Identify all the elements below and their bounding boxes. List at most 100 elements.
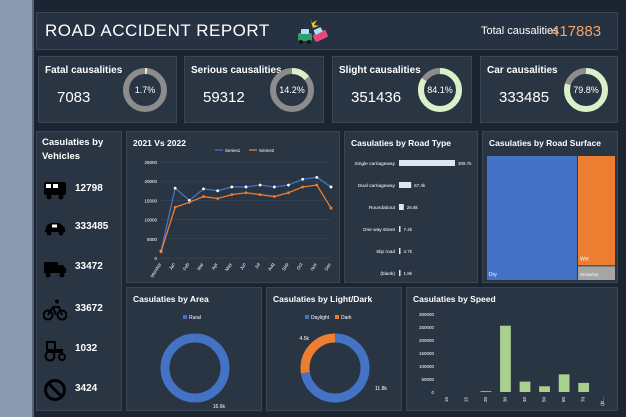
series-point <box>329 185 333 189</box>
area-chart: 16.6k Rural <box>160 315 230 410</box>
vehicle-row: 3424 <box>37 374 123 410</box>
total-causalities-value: 417883 <box>551 23 602 40</box>
legend-marker <box>335 315 339 319</box>
x-tick-label: 70 <box>581 397 586 403</box>
series-line <box>160 176 332 252</box>
x-tick-label: Apr <box>211 262 219 271</box>
kpi-pct: 14.2% <box>279 85 305 95</box>
kpi-car: Car causalities 333485 79.8% <box>480 56 618 123</box>
y-tick-label: 100000 <box>419 364 435 369</box>
tractor-icon <box>44 341 66 362</box>
light-dark-chart: 11.8k 4.5k Daylight Dark <box>300 315 387 403</box>
kpi-label: Fatal causalities <box>45 65 123 76</box>
x-tick-label: Jun <box>239 262 247 271</box>
x-tick-label: Feb <box>182 262 190 272</box>
surface-label: Dry <box>489 272 497 278</box>
legend-marker <box>305 315 309 319</box>
road-surface-chart: Dry Wet Snow/Ice <box>487 156 615 280</box>
series-point <box>244 191 248 195</box>
legend-marker <box>183 315 187 319</box>
sidebar <box>0 0 34 417</box>
x-tick-label: (bl... <box>600 397 605 406</box>
donut-label: 4.5k <box>300 336 310 342</box>
vehicle-row: 1032 <box>37 334 123 370</box>
kpi-label: Car causalities <box>487 65 558 76</box>
road-type-label: Roundabout <box>369 205 396 211</box>
kpi-slight: Slight causalities 351436 84.1% <box>332 56 472 123</box>
series-point <box>301 185 305 189</box>
y-tick-label: 15000 <box>144 198 157 203</box>
speed-bar <box>519 381 531 392</box>
series-point <box>258 183 262 187</box>
series-point <box>159 250 163 254</box>
surface-label: Snow/Ice <box>580 272 599 277</box>
legend-label: Rural <box>189 315 201 321</box>
series-point <box>258 193 262 197</box>
x-tick-label: Mar <box>196 262 204 272</box>
x-tick-label: 10 <box>444 397 449 403</box>
road-type-bar <box>399 182 412 188</box>
kpi-fatal: Fatal causalities 7083 1.7% <box>38 56 177 123</box>
kpi-ring: 14.2% <box>270 68 314 112</box>
page-title: ROAD ACCIDENT REPORT <box>45 21 270 40</box>
bus-icon <box>44 182 66 200</box>
series-point <box>216 189 220 193</box>
y-tick-label: 0 <box>154 256 157 261</box>
kpi-pct: 84.1% <box>427 85 453 95</box>
series-point <box>244 185 248 189</box>
road-type-value: 67.4k <box>414 183 426 188</box>
surface-tile <box>487 156 577 280</box>
line-chart-panel: 2021 Vs 2022 25000 20000 15000 10000 5000 0 Mo… <box>126 131 340 283</box>
vehicles-title-line1: Casulaties by <box>42 137 104 148</box>
kpi-pct: 79.8% <box>573 85 599 95</box>
vehicles-title-line2: Vehicles <box>42 151 81 162</box>
x-tick-label: Jan <box>168 262 176 271</box>
speed-bar <box>480 391 492 393</box>
x-tick-label: Sep <box>281 262 290 272</box>
series-point <box>315 175 319 179</box>
vehicle-row: 33472 <box>37 252 123 288</box>
vehicle-value: 33472 <box>75 261 103 272</box>
x-tick-label: 40 <box>522 397 527 403</box>
road-type-value: 26.6k <box>407 205 419 210</box>
road-type-label: One way street <box>363 227 396 233</box>
road-type-label: Dual carriageway <box>358 183 396 189</box>
y-tick-label: 300000 <box>419 312 435 317</box>
vehicle-value: 33672 <box>75 303 103 314</box>
x-tick-label: 15 <box>463 397 468 403</box>
speed-chart: 300000 250000 200000 150000 100000 50000 0 10 15… <box>419 312 605 406</box>
legend-label: Series1 <box>225 148 241 153</box>
road-type-chart: Single carriageway 309.7k Dual carriageway… <box>354 160 472 277</box>
y-tick-label: 50000 <box>421 377 434 382</box>
speed-bar <box>578 382 590 392</box>
speed-bar <box>500 325 511 392</box>
header-bar: ROAD ACCIDENT REPORT Total causalities 4… <box>36 12 618 50</box>
donut-label: 11.8k <box>375 386 387 392</box>
vehicle-row: 333485 <box>37 212 123 248</box>
kpi-value: 351436 <box>351 89 402 106</box>
vehicle-row: 12798 <box>37 174 123 210</box>
series-point <box>230 185 234 189</box>
road-surface-panel: Casulaties by Road Surface Dry Wet Snow/Ic… <box>482 131 618 283</box>
vehicle-value: 333485 <box>75 221 109 232</box>
total-causalities-label: Total causalities <box>481 25 559 37</box>
donut-slice <box>160 333 230 403</box>
legend-label: Dark <box>341 315 352 321</box>
bicycle-icon <box>43 299 67 321</box>
kpi-value: 7083 <box>57 89 91 106</box>
y-tick-label: 150000 <box>419 351 435 356</box>
y-tick-label: 5000 <box>147 237 158 242</box>
road-type-bar <box>399 226 401 232</box>
y-tick-label: 200000 <box>419 338 435 343</box>
car-icon <box>45 223 65 236</box>
y-tick-label: 250000 <box>419 325 435 330</box>
series-point <box>329 206 333 210</box>
surface-label: Wet <box>580 256 589 262</box>
x-tick-label: Aug <box>267 262 276 272</box>
x-tick-label: 30 <box>502 397 507 403</box>
truck-icon <box>44 262 66 278</box>
x-tick-label: May <box>224 261 233 272</box>
kpi-value: 59312 <box>203 89 245 106</box>
vehicle-value: 12798 <box>75 183 103 194</box>
road-type-value: 309.7k <box>458 161 472 166</box>
